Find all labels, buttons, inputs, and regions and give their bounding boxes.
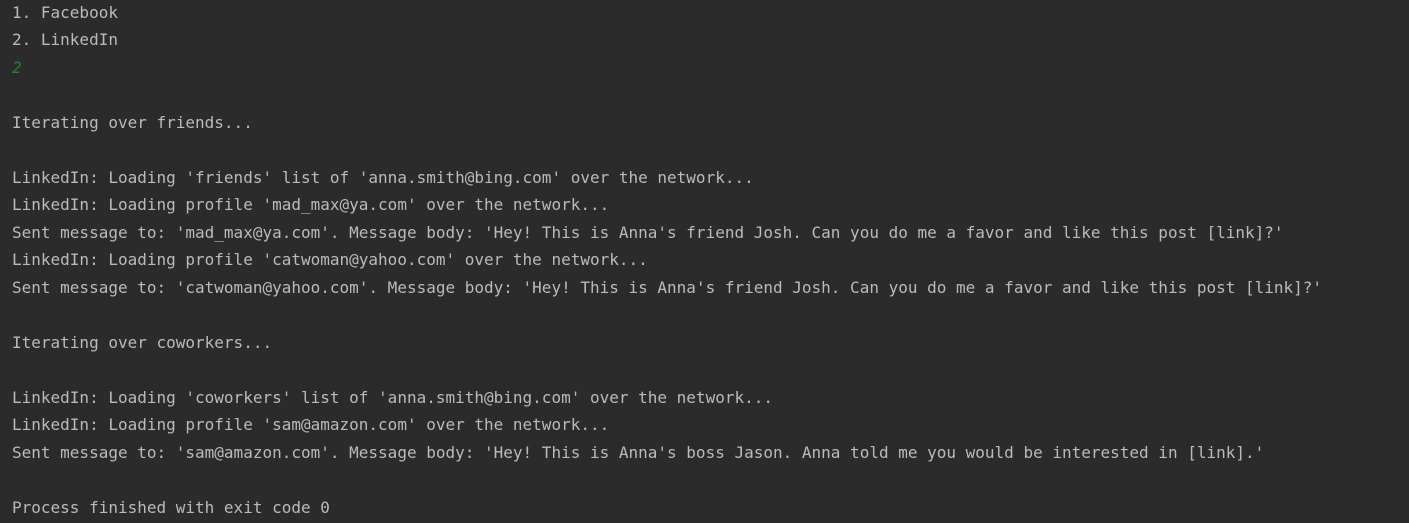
output-line-load-friends: LinkedIn: Loading 'friends' list of 'ann…: [12, 168, 754, 187]
output-line-iterating-friends: Iterating over friends...: [12, 113, 253, 132]
output-line-sent-message: Sent message to: 'sam@amazon.com'. Messa…: [12, 443, 1265, 462]
output-line-process-finished: Process finished with exit code 0: [12, 498, 330, 517]
output-line-menu-linkedin: 2. LinkedIn: [12, 30, 118, 49]
output-line-load-coworkers: LinkedIn: Loading 'coworkers' list of 'a…: [12, 388, 773, 407]
output-line-menu-facebook: 1. Facebook: [12, 3, 118, 22]
user-input-echo: 2: [12, 58, 22, 77]
output-line-load-profile: LinkedIn: Loading profile 'sam@amazon.co…: [12, 415, 610, 434]
output-line-sent-message: Sent message to: 'mad_max@ya.com'. Messa…: [12, 223, 1284, 242]
output-line-sent-message: Sent message to: 'catwoman@yahoo.com'. M…: [12, 278, 1323, 297]
output-line-load-profile: LinkedIn: Loading profile 'mad_max@ya.co…: [12, 195, 610, 214]
output-line-load-profile: LinkedIn: Loading profile 'catwoman@yaho…: [12, 250, 648, 269]
run-console[interactable]: 1. Facebook 2. LinkedIn 2 Iterating over…: [0, 0, 1409, 523]
output-line-iterating-coworkers: Iterating over coworkers...: [12, 333, 273, 352]
